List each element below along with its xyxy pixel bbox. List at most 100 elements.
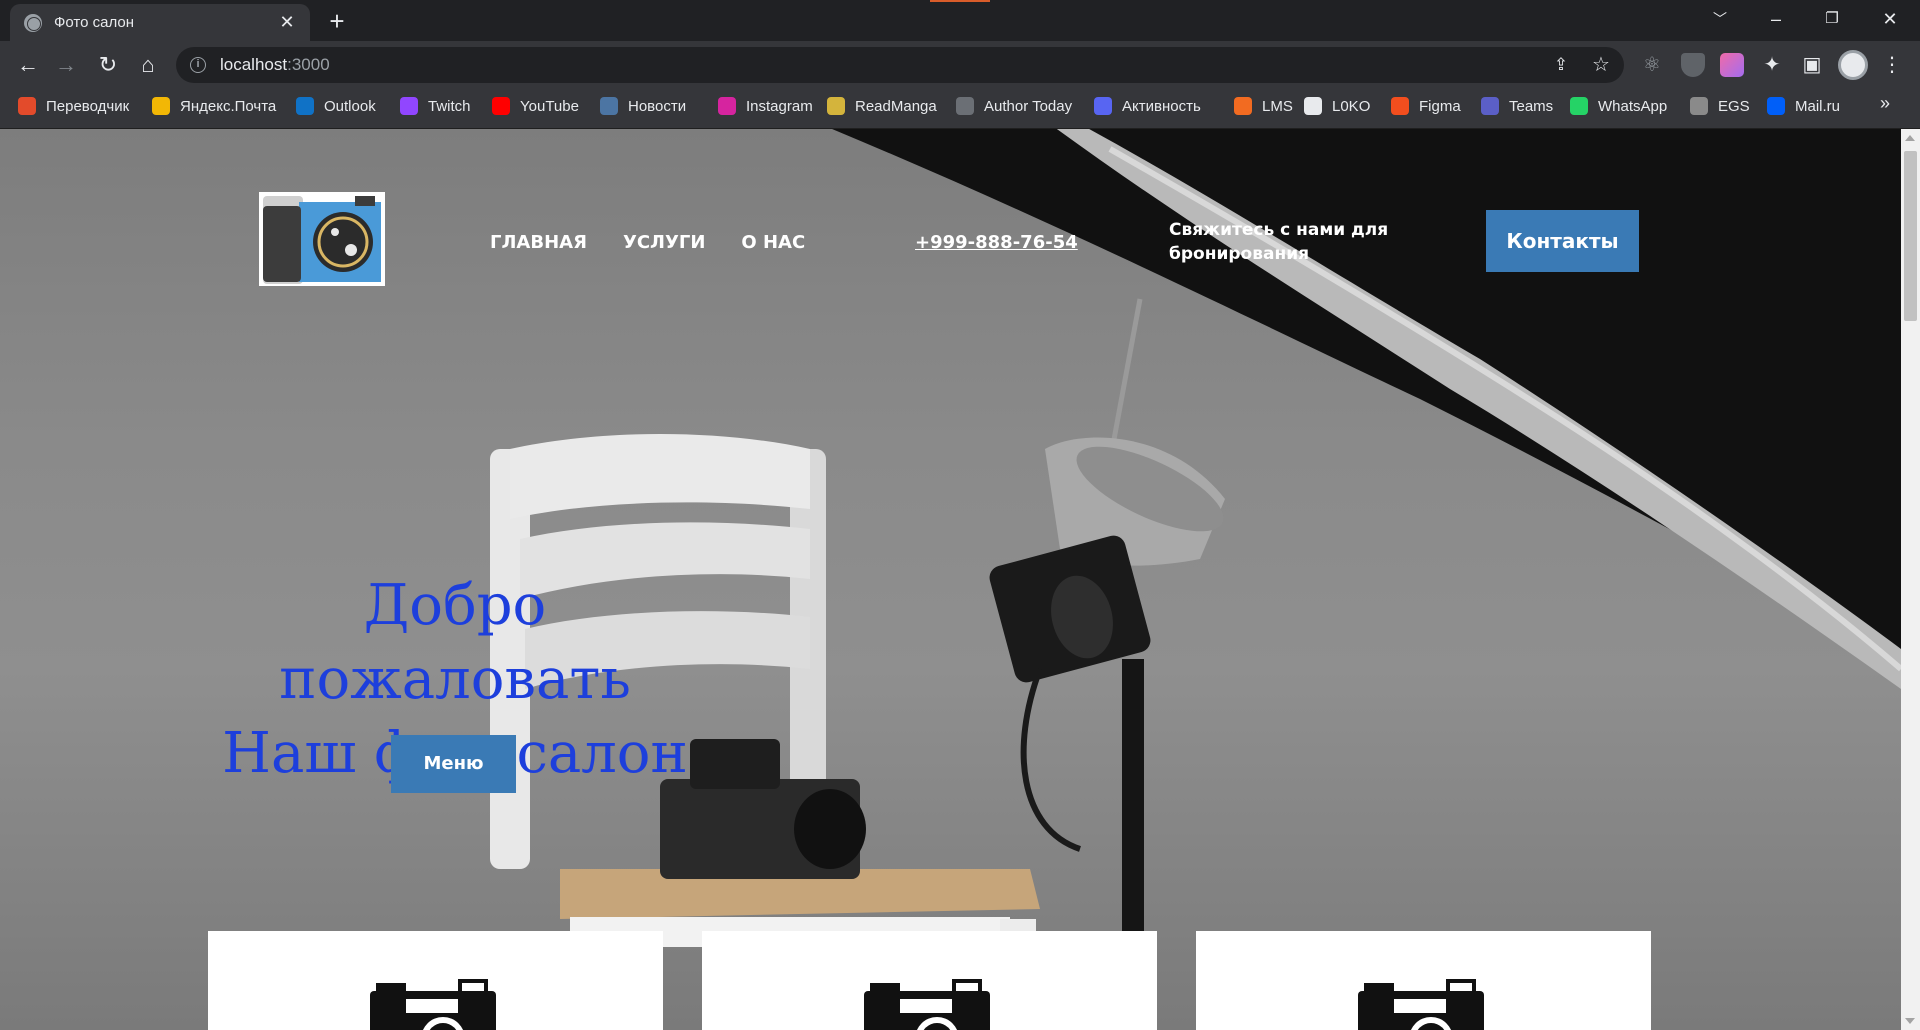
bookmark-egs[interactable]: EGS (1690, 89, 1750, 123)
address-bar[interactable]: i localhost :3000 (176, 47, 1624, 83)
bookmark-figma[interactable]: Figma (1391, 89, 1461, 123)
figma-icon (1391, 97, 1409, 115)
globe-icon (24, 13, 42, 32)
site-nav: ГЛАВНАЯ УСЛУГИ О НАС (490, 232, 805, 253)
url-host: localhost (220, 55, 288, 74)
twitch-icon (400, 97, 418, 115)
menu-kebab-icon[interactable]: ⋮ (1876, 49, 1908, 81)
instagram-icon (718, 97, 736, 115)
bookmark-label: Instagram (746, 97, 813, 115)
translate-icon (18, 97, 36, 115)
profile-avatar[interactable] (1838, 50, 1868, 80)
bookmark-label: EGS (1718, 97, 1750, 115)
page-viewport: ГЛАВНАЯ УСЛУГИ О НАС +999-888-76-54 Свяж… (0, 129, 1920, 1030)
back-icon[interactable]: ← (12, 49, 44, 81)
youtube-icon (492, 97, 510, 115)
bookmark-label: Активность (1122, 97, 1201, 115)
scroll-down-icon[interactable] (1905, 1018, 1915, 1024)
bookmark-readmanga[interactable]: ReadManga (827, 89, 937, 123)
readmanga-icon (827, 97, 845, 115)
close-window-button[interactable]: ✕ (1862, 0, 1918, 38)
bookmark-translate[interactable]: Переводчик (18, 89, 129, 123)
bookmark-author-today[interactable]: Author Today (956, 89, 1072, 123)
new-tab-button[interactable]: + (322, 6, 352, 36)
egs-icon (1690, 97, 1708, 115)
bookmark-lms[interactable]: LMS (1234, 89, 1293, 123)
author-today-icon (956, 97, 974, 115)
home-icon[interactable]: ⌂ (132, 49, 164, 81)
vk-icon (600, 97, 618, 115)
extension-icon[interactable] (1720, 53, 1744, 77)
contacts-button[interactable]: Контакты (1486, 210, 1639, 272)
bookmark-label: Author Today (984, 97, 1073, 115)
menu-button[interactable]: Меню (391, 735, 516, 793)
restore-button[interactable]: ❐ (1804, 0, 1860, 38)
mail-icon (152, 97, 170, 115)
bookmark-instagram[interactable]: Instagram (718, 89, 813, 123)
shield-extension-icon[interactable] (1681, 53, 1705, 77)
outlook-icon (296, 97, 314, 115)
reload-icon[interactable]: ↻ (92, 49, 124, 81)
browser-toolbar: ← → ↻ ⌂ i localhost :3000 ⇪ ☆ ⚛ ✦ ▣ ⋮ (0, 41, 1920, 89)
nav-about-link[interactable]: О НАС (741, 232, 805, 253)
camera-icon (1358, 979, 1484, 1030)
scroll-thumb[interactable] (1904, 151, 1917, 321)
bookmark-teams[interactable]: Teams (1481, 89, 1553, 123)
discord-icon (1094, 97, 1112, 115)
camera-icon (370, 979, 496, 1030)
bookmark-whatsapp[interactable]: WhatsApp (1570, 89, 1667, 123)
github-icon (1304, 97, 1322, 115)
bookmark-mail[interactable]: Яндекс.Почта (152, 89, 276, 123)
tab-title: Фото салон (54, 14, 135, 31)
minimize-button[interactable]: – (1748, 0, 1804, 38)
bookmark-star-icon[interactable]: ☆ (1585, 49, 1617, 81)
site-info-icon[interactable]: i (190, 57, 206, 73)
whatsapp-icon (1570, 97, 1588, 115)
bookmark-label: Teams (1509, 97, 1554, 115)
bookmark-label: Twitch (428, 97, 471, 115)
service-card[interactable] (1196, 931, 1651, 1030)
tab-close-icon[interactable]: ✕ (278, 12, 296, 33)
url-port: :3000 (287, 55, 330, 74)
bookmark-label: ReadManga (855, 97, 937, 115)
service-card[interactable] (208, 931, 663, 1030)
camera-logo-icon (263, 196, 381, 284)
side-panel-icon[interactable]: ▣ (1796, 49, 1828, 81)
camera-icon (864, 979, 990, 1030)
bookmark-label: Outlook (324, 97, 376, 115)
bookmark-youtube[interactable]: YouTube (492, 89, 579, 123)
site-logo[interactable] (259, 192, 385, 286)
tab-accent-line (930, 0, 990, 2)
react-devtools-icon[interactable]: ⚛ (1636, 49, 1668, 81)
share-icon[interactable]: ⇪ (1545, 49, 1577, 81)
service-card[interactable] (702, 931, 1157, 1030)
scroll-up-icon[interactable] (1905, 135, 1915, 141)
puzzle-icon[interactable]: ✦ (1756, 49, 1788, 81)
bookmarks-overflow-button[interactable]: » (1880, 93, 1890, 114)
tab-strip: Фото салон ✕ + ﹀ – ❐ ✕ (0, 0, 1920, 41)
booking-cta-text: Свяжитесь с нами для бронирования (1169, 220, 1389, 264)
bookmark-label: Новости (628, 97, 687, 115)
bookmark-twitch[interactable]: Twitch (400, 89, 471, 123)
nav-home-link[interactable]: ГЛАВНАЯ (490, 232, 587, 253)
browser-tab[interactable]: Фото салон ✕ (10, 4, 310, 41)
bookmark-label: Figma (1419, 97, 1461, 115)
bookmark-vk[interactable]: Новости (600, 89, 686, 123)
teams-icon (1481, 97, 1499, 115)
hero-title-line-1: Добро пожаловать (279, 573, 631, 712)
bookmark-discord[interactable]: Активность (1094, 89, 1201, 123)
bookmark-label: YouTube (520, 97, 579, 115)
phone-link[interactable]: +999-888-76-54 (915, 232, 1078, 253)
page-scrollbar[interactable] (1901, 129, 1920, 1030)
tab-search-icon[interactable]: ﹀ (1692, 0, 1748, 38)
mailru-icon (1767, 97, 1785, 115)
bookmark-label: WhatsApp (1598, 97, 1668, 115)
forward-icon[interactable]: → (50, 49, 82, 81)
nav-services-link[interactable]: УСЛУГИ (623, 232, 705, 253)
bookmark-mailru[interactable]: Mail.ru (1767, 89, 1840, 123)
lms-icon (1234, 97, 1252, 115)
bookmark-outlook[interactable]: Outlook (296, 89, 376, 123)
bookmark-label: LMS (1262, 97, 1293, 115)
bookmark-label: Mail.ru (1795, 97, 1841, 115)
bookmark-github[interactable]: L0KO (1304, 89, 1370, 123)
